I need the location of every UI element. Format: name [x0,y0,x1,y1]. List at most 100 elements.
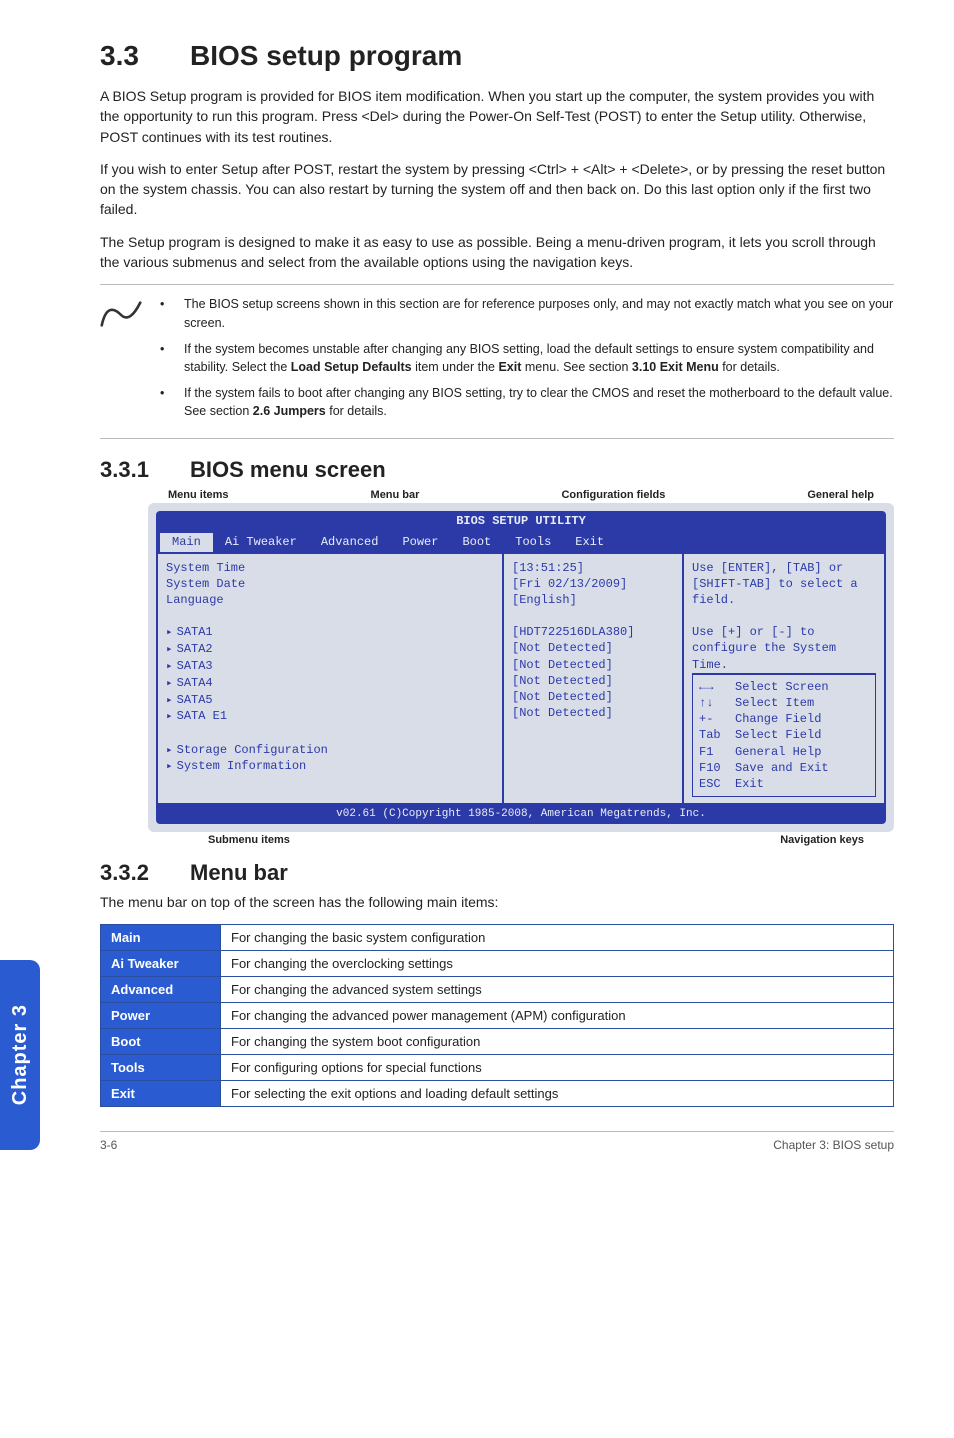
bios-bottom-labels: Submenu items Navigation keys [148,832,894,846]
bios-key: Tab [699,727,735,743]
label-submenu-items: Submenu items [208,834,290,846]
table-row: AdvancedFor changing the advanced system… [101,977,894,1003]
table-value: For changing the basic system configurat… [221,925,894,951]
bios-help-text: Use [ENTER], [TAB] or [SHIFT-TAB] to sel… [692,560,876,673]
bios-field-value: [English] [512,592,674,608]
note-text: If the system fails to boot after changi… [184,384,894,420]
bios-key-desc: Select Item [735,696,814,710]
bios-menu-bar: MainAi TweakerAdvancedPowerBootToolsExit [156,531,886,553]
note-text: The BIOS setup screens shown in this sec… [184,295,894,331]
bios-menu-ai-tweaker: Ai Tweaker [213,533,309,551]
bios-screenshot: BIOS SETUP UTILITY MainAi TweakerAdvance… [148,503,894,832]
bios-key-desc: Exit [735,777,764,791]
bios-menu-boot: Boot [450,533,503,551]
table-value: For changing the advanced system setting… [221,977,894,1003]
section-title-text: BIOS setup program [190,40,462,71]
intro-paragraph-1: A BIOS Setup program is provided for BIO… [100,86,894,147]
bios-field-value: [Not Detected] [512,705,674,721]
subsection-1-number: 3.3.1 [100,457,190,483]
bios-key-row: ESCExit [699,776,869,792]
subsection-2-heading: 3.3.2Menu bar [100,860,894,886]
subsection-2-number: 3.3.2 [100,860,190,886]
bios-key: +- [699,711,735,727]
bios-right-pane: Use [ENTER], [TAB] or [SHIFT-TAB] to sel… [684,554,884,804]
bios-key: F1 [699,744,735,760]
bios-field-value: [Not Detected] [512,657,674,673]
bios-nav-keys: ←→Select Screen↑↓Select Item+-Change Fie… [692,673,876,797]
intro-paragraph-2: If you wish to enter Setup after POST, r… [100,159,894,220]
bios-left-pane: System TimeSystem DateLanguageSATA1SATA2… [158,554,504,804]
page-footer: 3-6 Chapter 3: BIOS setup [100,1131,894,1152]
footer-chapter: Chapter 3: BIOS setup [773,1138,894,1152]
bios-key-row: F1General Help [699,744,869,760]
bios-key: ←→ [699,679,735,695]
bios-key-desc: Save and Exit [735,761,829,775]
bios-key-row: ↑↓Select Item [699,695,869,711]
table-key: Tools [101,1055,221,1081]
chapter-side-tab: Chapter 3 [0,960,40,1150]
bios-field-value: [13:51:25] [512,560,674,576]
subsection-1-title: BIOS menu screen [190,457,386,482]
bios-key-desc: Select Screen [735,680,829,694]
note-item: •If the system fails to boot after chang… [160,384,894,420]
bios-left-item: SATA3 [166,658,494,675]
bios-key: ↑↓ [699,695,735,711]
bios-key-row: +-Change Field [699,711,869,727]
bullet-icon: • [160,340,184,376]
table-key: Boot [101,1029,221,1055]
section-heading: 3.3BIOS setup program [100,40,894,72]
bios-key: ESC [699,776,735,792]
label-menu-bar: Menu bar [371,489,420,501]
bullet-icon: • [160,295,184,331]
bios-left-item: System Information [166,758,494,775]
bios-field-value: [Not Detected] [512,689,674,705]
bios-menu-power: Power [390,533,450,551]
bios-key-row: ←→Select Screen [699,679,869,695]
bios-menu-tools: Tools [503,533,563,551]
table-row: ExitFor selecting the exit options and l… [101,1081,894,1107]
table-row: MainFor changing the basic system config… [101,925,894,951]
bios-left-item: System Time [166,560,494,576]
intro-paragraph-3: The Setup program is designed to make it… [100,232,894,273]
bios-key-desc: Select Field [735,728,821,742]
table-key: Ai Tweaker [101,951,221,977]
table-value: For changing the advanced power manageme… [221,1003,894,1029]
menu-bar-table: MainFor changing the basic system config… [100,924,894,1107]
table-row: BootFor changing the system boot configu… [101,1029,894,1055]
bios-field-value: [Fri 02/13/2009] [512,576,674,592]
bios-left-item: SATA4 [166,675,494,692]
bios-menu-main: Main [160,533,213,551]
note-block: •The BIOS setup screens shown in this se… [100,284,894,439]
label-navigation-keys: Navigation keys [780,834,864,846]
bios-left-item: Language [166,592,494,608]
bios-footer: v02.61 (C)Copyright 1985-2008, American … [156,805,886,824]
bios-left-item: SATA2 [166,641,494,658]
table-key: Power [101,1003,221,1029]
table-key: Exit [101,1081,221,1107]
bios-mid-pane: [13:51:25][Fri 02/13/2009][English] [HDT7… [504,554,684,804]
note-list: •The BIOS setup screens shown in this se… [160,295,894,428]
bios-key-row: F10Save and Exit [699,760,869,776]
bios-menu-advanced: Advanced [309,533,391,551]
bios-title: BIOS SETUP UTILITY [156,511,886,531]
footer-page-number: 3-6 [100,1138,117,1152]
bios-key-desc: General Help [735,745,821,759]
label-config-fields: Configuration fields [561,489,665,501]
bios-key: F10 [699,760,735,776]
note-item: •If the system becomes unstable after ch… [160,340,894,376]
bullet-icon: • [160,384,184,420]
bios-left-item: SATA1 [166,624,494,641]
table-key: Main [101,925,221,951]
note-text: If the system becomes unstable after cha… [184,340,894,376]
label-general-help: General help [807,489,874,501]
subsection-2-title: Menu bar [190,860,288,885]
bios-field-value: [HDT722516DLA380] [512,624,674,640]
table-value: For changing the system boot configurati… [221,1029,894,1055]
note-item: •The BIOS setup screens shown in this se… [160,295,894,331]
table-key: Advanced [101,977,221,1003]
subsection-1-heading: 3.3.1BIOS menu screen [100,457,894,483]
bios-menu-exit: Exit [563,533,616,551]
bios-left-item: SATA E1 [166,708,494,725]
bios-key-row: TabSelect Field [699,727,869,743]
bios-field-value: [Not Detected] [512,640,674,656]
